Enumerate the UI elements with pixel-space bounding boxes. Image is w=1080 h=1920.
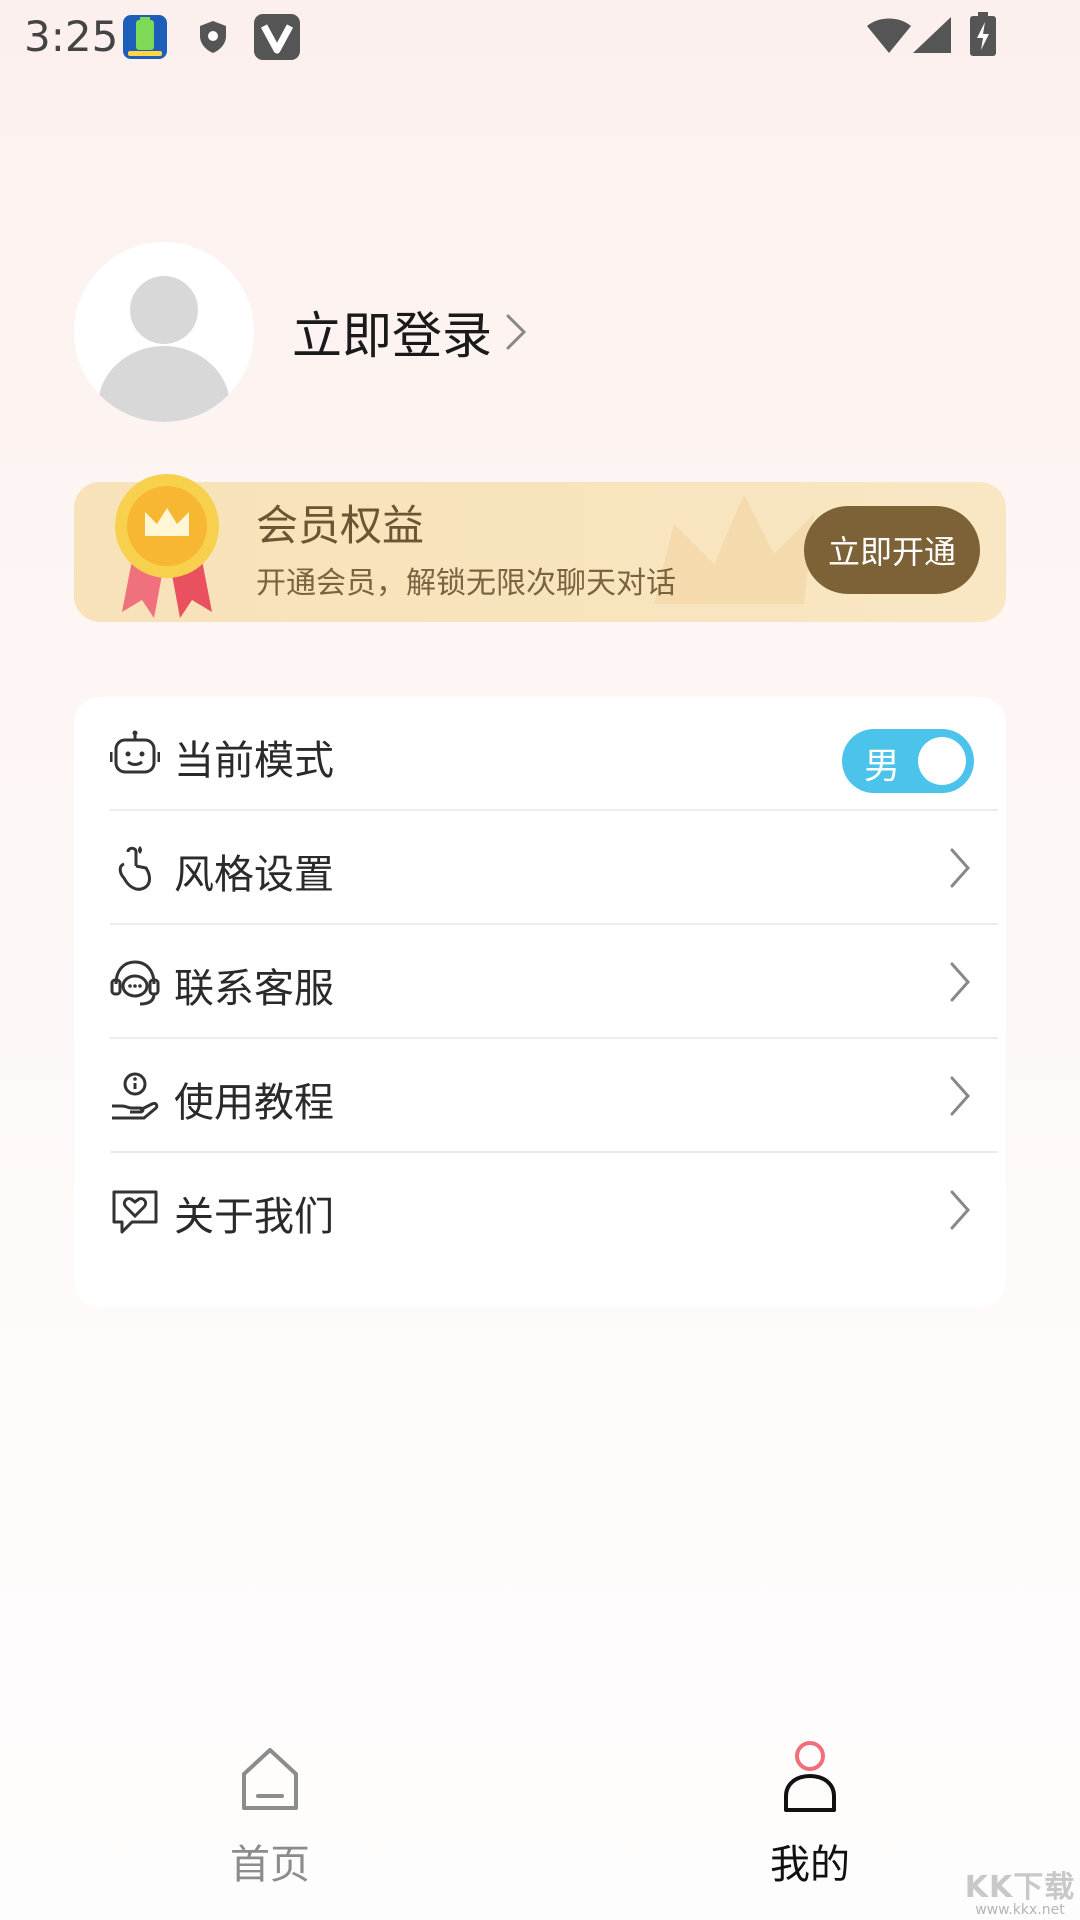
shield-icon bbox=[200, 21, 226, 53]
watermark-logo: KK下载 bbox=[964, 1870, 1076, 1905]
vip-medal-icon bbox=[115, 474, 219, 618]
toggle-knob bbox=[918, 737, 966, 785]
battery-app-icon bbox=[123, 15, 167, 59]
tab-mine[interactable]: 我的 bbox=[730, 1740, 890, 1890]
battery-charging-icon bbox=[970, 12, 996, 56]
status-time: 3:25 bbox=[24, 12, 119, 61]
login-label: 立即登录 bbox=[292, 307, 492, 365]
setting-row-mode: 当前模式 男 bbox=[110, 697, 998, 811]
chevron-right-icon bbox=[950, 1190, 971, 1230]
v-app-icon bbox=[254, 14, 300, 60]
tab-home[interactable]: 首页 bbox=[190, 1740, 350, 1890]
setting-row-support[interactable]: 联系客服 bbox=[110, 925, 998, 1039]
tab-home-label: 首页 bbox=[230, 1842, 310, 1888]
setting-label: 联系客服 bbox=[174, 966, 334, 1012]
signal-icon bbox=[913, 17, 951, 53]
setting-label: 当前模式 bbox=[174, 738, 334, 784]
profile-icon bbox=[784, 1741, 836, 1812]
status-bar: 3:25 bbox=[0, 0, 1080, 72]
chevron-right-icon bbox=[506, 314, 527, 350]
chevron-right-icon bbox=[950, 962, 971, 1002]
tab-mine-label: 我的 bbox=[770, 1842, 850, 1888]
settings-card: 当前模式 男 风格设置 联系客服 使用教程 关于我们 bbox=[74, 697, 1006, 1307]
headset-icon bbox=[110, 960, 160, 1006]
wifi-icon bbox=[867, 18, 911, 53]
chevron-right-icon bbox=[950, 848, 971, 888]
open-membership-button[interactable]: 立即开通 bbox=[804, 506, 980, 594]
finger-heart-icon bbox=[118, 846, 151, 891]
toggle-label: 男 bbox=[864, 746, 901, 787]
chevron-right-icon bbox=[950, 1076, 971, 1116]
setting-row-style[interactable]: 风格设置 bbox=[110, 811, 998, 925]
watermark: KK下载 www.kkx.net bbox=[960, 1862, 1080, 1918]
member-title: 会员权益 bbox=[256, 501, 425, 550]
hand-info-icon bbox=[112, 1072, 159, 1120]
setting-label: 风格设置 bbox=[174, 852, 334, 898]
default-avatar-icon bbox=[98, 276, 230, 422]
setting-label: 使用教程 bbox=[174, 1080, 334, 1126]
setting-row-tutorial[interactable]: 使用教程 bbox=[110, 1039, 998, 1153]
setting-label: 关于我们 bbox=[174, 1194, 334, 1240]
robot-icon bbox=[110, 730, 160, 774]
member-subtitle: 开通会员，解锁无限次聊天对话 bbox=[256, 566, 676, 601]
watermark-url: www.kkx.net bbox=[975, 1902, 1065, 1918]
gender-mode-toggle[interactable]: 男 bbox=[842, 729, 974, 793]
chat-heart-icon bbox=[112, 1190, 158, 1234]
avatar[interactable] bbox=[74, 242, 254, 422]
setting-row-about[interactable]: 关于我们 bbox=[110, 1153, 998, 1267]
login-link[interactable]: 立即登录 bbox=[292, 296, 528, 368]
home-icon bbox=[242, 1748, 298, 1810]
